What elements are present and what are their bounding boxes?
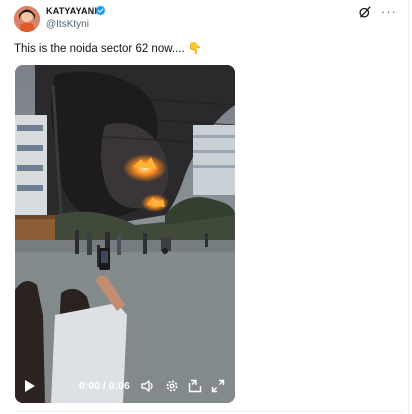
divider [15,411,403,412]
tweet-text: This is the noida sector 62 now.... 👇 [14,43,203,55]
author-handle[interactable]: @ItsKtyni [46,19,89,30]
verified-badge-icon [95,5,106,16]
avatar[interactable] [14,6,40,32]
fullscreen-icon[interactable] [211,379,225,393]
author-name[interactable]: KATYAYANI [46,6,97,16]
volume-icon[interactable] [141,379,155,393]
tweet-card: KATYAYANI @ItsKtyni ··· This is the noid… [0,0,409,414]
more-options-icon[interactable]: ··· [381,4,397,19]
avatar-image [14,6,40,32]
grok-icon[interactable] [358,5,372,19]
video-timestamp: 0:00 / 0:06 [79,380,130,392]
play-icon[interactable] [24,379,36,393]
duration: 0:06 [108,380,130,392]
video-frame [15,65,235,403]
settings-icon[interactable] [165,379,179,393]
video-controls: 0:00 / 0:06 [15,371,235,403]
time-separator: / [100,380,109,392]
picture-in-picture-icon[interactable] [188,379,202,393]
current-time: 0:00 [79,380,101,392]
video-player[interactable]: 0:00 / 0:06 [15,65,235,403]
